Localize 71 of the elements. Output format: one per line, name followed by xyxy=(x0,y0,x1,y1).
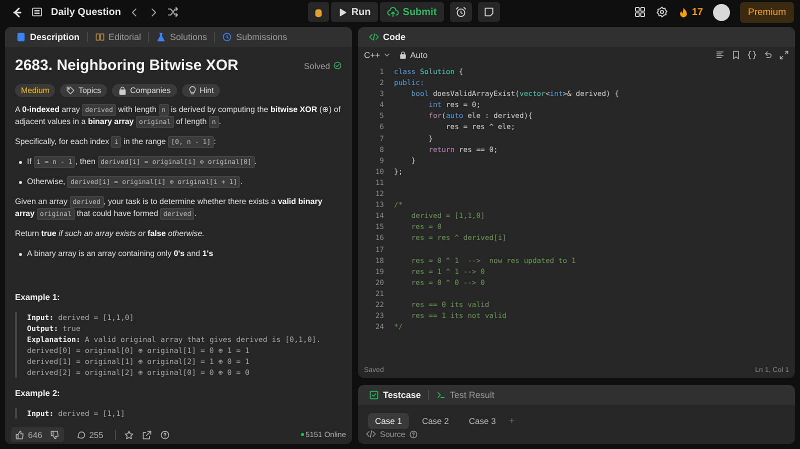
settings-icon[interactable] xyxy=(656,6,668,18)
alarm-button[interactable] xyxy=(450,2,472,22)
case-tab[interactable]: Case 1 xyxy=(368,413,409,429)
expand-icon[interactable] xyxy=(779,50,789,60)
topic-chip[interactable]: Topics xyxy=(60,84,108,97)
help-icon[interactable] xyxy=(160,430,170,440)
auto-mode[interactable]: Auto xyxy=(399,50,428,60)
list-icon[interactable] xyxy=(31,6,43,18)
help-icon[interactable] xyxy=(409,430,418,438)
cloud-upload-icon xyxy=(386,6,399,18)
book-icon xyxy=(94,32,105,42)
panel-tab[interactable]: Testcase xyxy=(364,385,426,405)
format-icon[interactable] xyxy=(715,50,725,60)
daily-question-link[interactable]: Daily Question xyxy=(51,6,122,18)
comment-icon xyxy=(76,430,86,440)
bookmark-icon[interactable] xyxy=(731,50,741,60)
tag-icon xyxy=(66,86,76,95)
thumbs-down-icon xyxy=(50,430,60,440)
topic-chip[interactable]: Companies xyxy=(112,84,177,97)
avatar[interactable] xyxy=(712,4,730,20)
flask-icon xyxy=(156,32,166,42)
bullet-text: A binary array is an array containing only 0's and 1's xyxy=(27,248,214,260)
alarm-clock-icon xyxy=(454,6,467,18)
panel-tab[interactable]: Description xyxy=(11,27,85,47)
topic-chip[interactable]: Hint xyxy=(182,84,220,97)
shuffle-icon[interactable] xyxy=(167,6,180,18)
debug-button[interactable] xyxy=(308,2,330,22)
braces-icon[interactable] xyxy=(747,50,757,60)
bullet-icon xyxy=(19,181,22,184)
code-tab[interactable]: Code xyxy=(364,27,410,47)
source-label[interactable]: Source xyxy=(380,430,406,438)
thumbs-up-icon xyxy=(15,430,25,440)
case-tab[interactable]: Case 2 xyxy=(414,413,456,429)
flame-icon xyxy=(678,6,689,18)
undo-icon[interactable] xyxy=(763,50,773,60)
document-icon xyxy=(16,32,26,42)
run-button[interactable]: Run xyxy=(331,2,378,22)
premium-button[interactable]: Premium xyxy=(740,2,794,22)
history-icon xyxy=(222,32,232,42)
submit-button[interactable]: Submit xyxy=(380,2,444,22)
lock-icon xyxy=(118,86,128,95)
note-button[interactable] xyxy=(478,2,500,22)
grid-icon[interactable] xyxy=(634,6,646,18)
star-icon[interactable] xyxy=(124,430,134,440)
note-icon xyxy=(482,6,495,18)
comments-button[interactable]: 255 xyxy=(72,427,108,442)
code-icon xyxy=(369,32,379,42)
bullet-icon xyxy=(19,253,22,256)
problem-title: 2683. Neighboring Bitwise XOR xyxy=(15,57,238,74)
example-title: Example 1: xyxy=(15,292,61,302)
check-circle-icon xyxy=(333,61,342,70)
language-dropdown[interactable]: C++ xyxy=(364,50,392,60)
streak-counter[interactable]: 17 xyxy=(678,6,703,18)
panel-tab[interactable]: Test Result xyxy=(430,385,500,405)
code-icon xyxy=(366,429,376,439)
lightbulb-icon xyxy=(188,86,197,95)
panel-tab[interactable]: Solutions xyxy=(151,27,212,47)
bullet-icon xyxy=(19,161,22,164)
share-icon[interactable] xyxy=(142,430,152,440)
lock-icon xyxy=(399,51,408,59)
chevron-down-icon xyxy=(383,51,392,59)
panel-tab[interactable]: Submissions xyxy=(217,27,292,47)
paragraph-text: Return true if such an array exists or false otherwise. xyxy=(15,228,206,240)
difficulty-badge[interactable]: Medium xyxy=(15,84,56,97)
panel-tab[interactable]: Editorial xyxy=(90,27,146,47)
terminal-icon xyxy=(436,390,446,400)
example-title: Example 2: xyxy=(15,388,61,398)
solved-status: Solved xyxy=(304,60,342,70)
case-tab[interactable]: Case 3 xyxy=(462,413,503,429)
play-icon xyxy=(338,8,348,16)
checkbox-icon xyxy=(369,390,379,400)
